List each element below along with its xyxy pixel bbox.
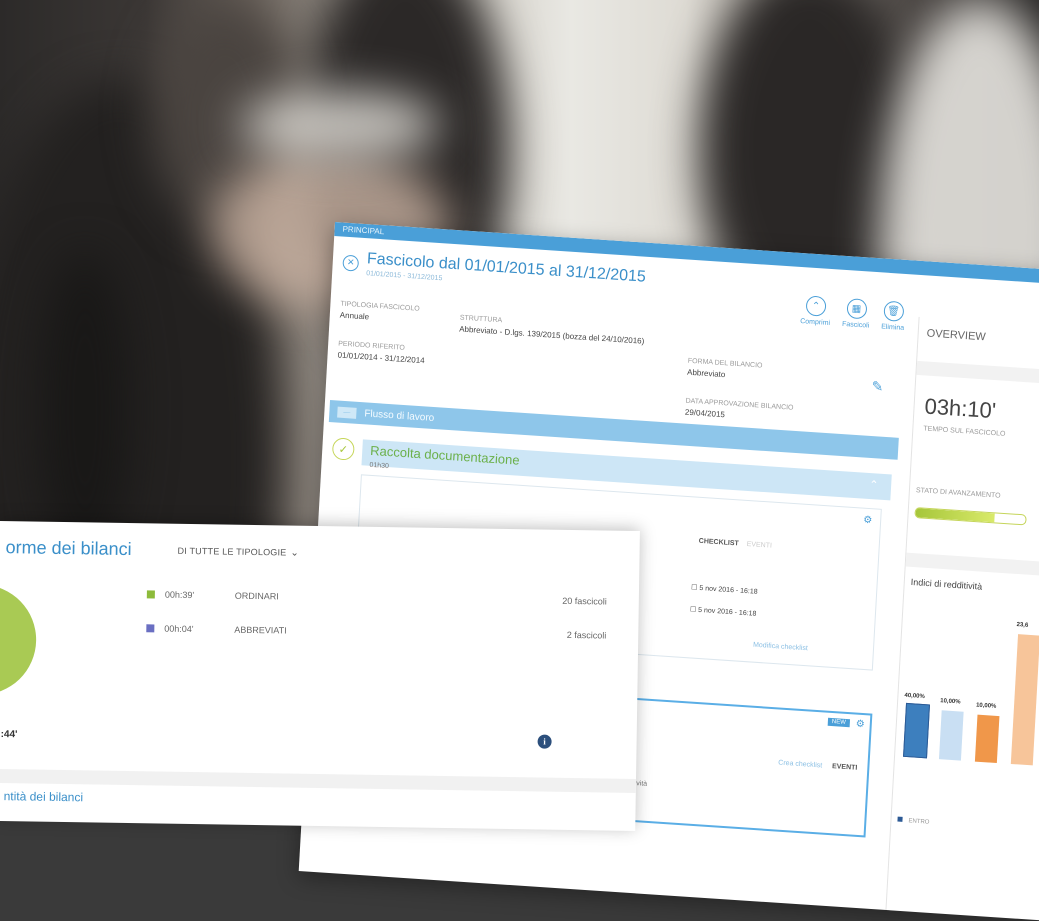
overview-title: OVERVIEW (926, 327, 987, 344)
check-icon: ✓ (331, 437, 355, 461)
bar-label: 10,00% (975, 702, 997, 710)
legend-swatch (146, 624, 155, 633)
workflow-tag: — (337, 406, 357, 419)
forma-value: Abbreviato (686, 367, 726, 380)
bar (938, 710, 964, 761)
toolbar: ⌃ Comprimi ▦ Fascicoli 🗑 Elimina (800, 295, 906, 332)
legend: ENTRO (897, 816, 930, 826)
list-item: 00h:39' ORDINARI 20 fascicoli (146, 589, 607, 607)
divider (905, 552, 1039, 578)
edit-pencil-icon[interactable]: ✎ (871, 378, 884, 396)
trash-icon: 🗑 (883, 300, 905, 322)
time-label: TEMPO SUL FASCICOLO (923, 425, 1006, 438)
bar-label: 10,00% (940, 698, 961, 706)
panel-title: orme dei bilanci (5, 537, 132, 560)
pie-chart (0, 583, 37, 696)
modify-checklist-link[interactable]: Modifica checklist (753, 642, 808, 653)
divider (916, 360, 1039, 387)
collapse-button[interactable]: ⌃ Comprimi (800, 295, 832, 327)
legend-swatch (146, 590, 155, 599)
struttura-label: STRUTTURA (459, 314, 503, 325)
typology-dropdown[interactable]: DI TUTTE LE TIPOLOGIE ⌄ (177, 546, 299, 559)
close-circle-icon[interactable]: ✕ (342, 254, 360, 272)
statistics-panel: orme dei bilanci DI TUTTE LE TIPOLOGIE ⌄ … (0, 521, 640, 832)
gear-icon[interactable]: ⚙ (863, 515, 873, 527)
gear-icon[interactable]: ⚙ (856, 719, 866, 731)
step-duration: 01h30 (369, 461, 390, 471)
create-checklist-link[interactable]: Crea checklist (778, 760, 822, 770)
progress-label: STATO DI AVANZAMENTO (915, 487, 1001, 500)
progress-bar (914, 507, 1027, 526)
chevron-up-icon[interactable]: ⌃ (869, 478, 879, 492)
bar (974, 714, 1000, 764)
grid-icon: ▦ (845, 298, 868, 320)
card-tabs: CHECKLIST EVENTI (699, 538, 773, 550)
bar-label: 23,6 (1016, 622, 1029, 629)
delete-button[interactable]: 🗑 Elimina (881, 300, 906, 332)
date-list: ☐ 5 nov 2016 - 16:18 ☐ 5 nov 2016 - 16:1… (689, 577, 758, 625)
bar (1010, 634, 1039, 766)
list-item: 00h:04' ABBREVIATI 2 fascicoli (146, 623, 606, 641)
data-approvazione-value: 29/04/2015 (684, 407, 726, 420)
tipologia-value: Annuale (339, 310, 370, 322)
redditivita-bars: 40,00% 10,00% 10,00% 23,6 (901, 617, 1039, 767)
redditivita-title: Indici di redditività (910, 576, 983, 592)
divider (0, 768, 637, 794)
chevron-down-icon: ⌄ (290, 547, 300, 559)
bar-label: 40,00% (904, 692, 925, 701)
tab-eventi[interactable]: EVENTI (746, 541, 772, 550)
overview-sidebar: OVERVIEW 03h:10' TEMPO SUL FASCICOLO STA… (885, 316, 1039, 921)
section-title: ntità dei bilanci (3, 789, 84, 805)
periodo-value: 01/01/2014 - 31/12/2014 (337, 350, 425, 366)
bar (903, 702, 930, 759)
legend-swatch (897, 816, 903, 822)
dossier-header: ✕ Fascicolo dal 01/01/2015 al 31/12/2015… (342, 249, 646, 296)
new-badge: NEW (827, 717, 851, 728)
chevron-up-icon: ⌃ (805, 295, 827, 317)
list-item: ☐ 5 nov 2016 - 16:18 (689, 606, 757, 618)
progress-fill (915, 508, 995, 523)
total-time: :44' (0, 729, 18, 741)
tab-checklist[interactable]: CHECKLIST (699, 538, 739, 548)
dossiers-button[interactable]: ▦ Fascicoli (842, 298, 871, 330)
struttura-value: Abbreviato - D.lgs. 139/2015 (bozza del … (458, 324, 645, 346)
info-icon[interactable]: i (537, 734, 552, 749)
workflow-label: Flusso di lavoro (364, 407, 435, 424)
card2-tabs: Crea checklist EVENTI (778, 760, 857, 772)
tab-eventi[interactable]: EVENTI (832, 763, 858, 772)
time-value: 03h:10' (923, 393, 997, 424)
